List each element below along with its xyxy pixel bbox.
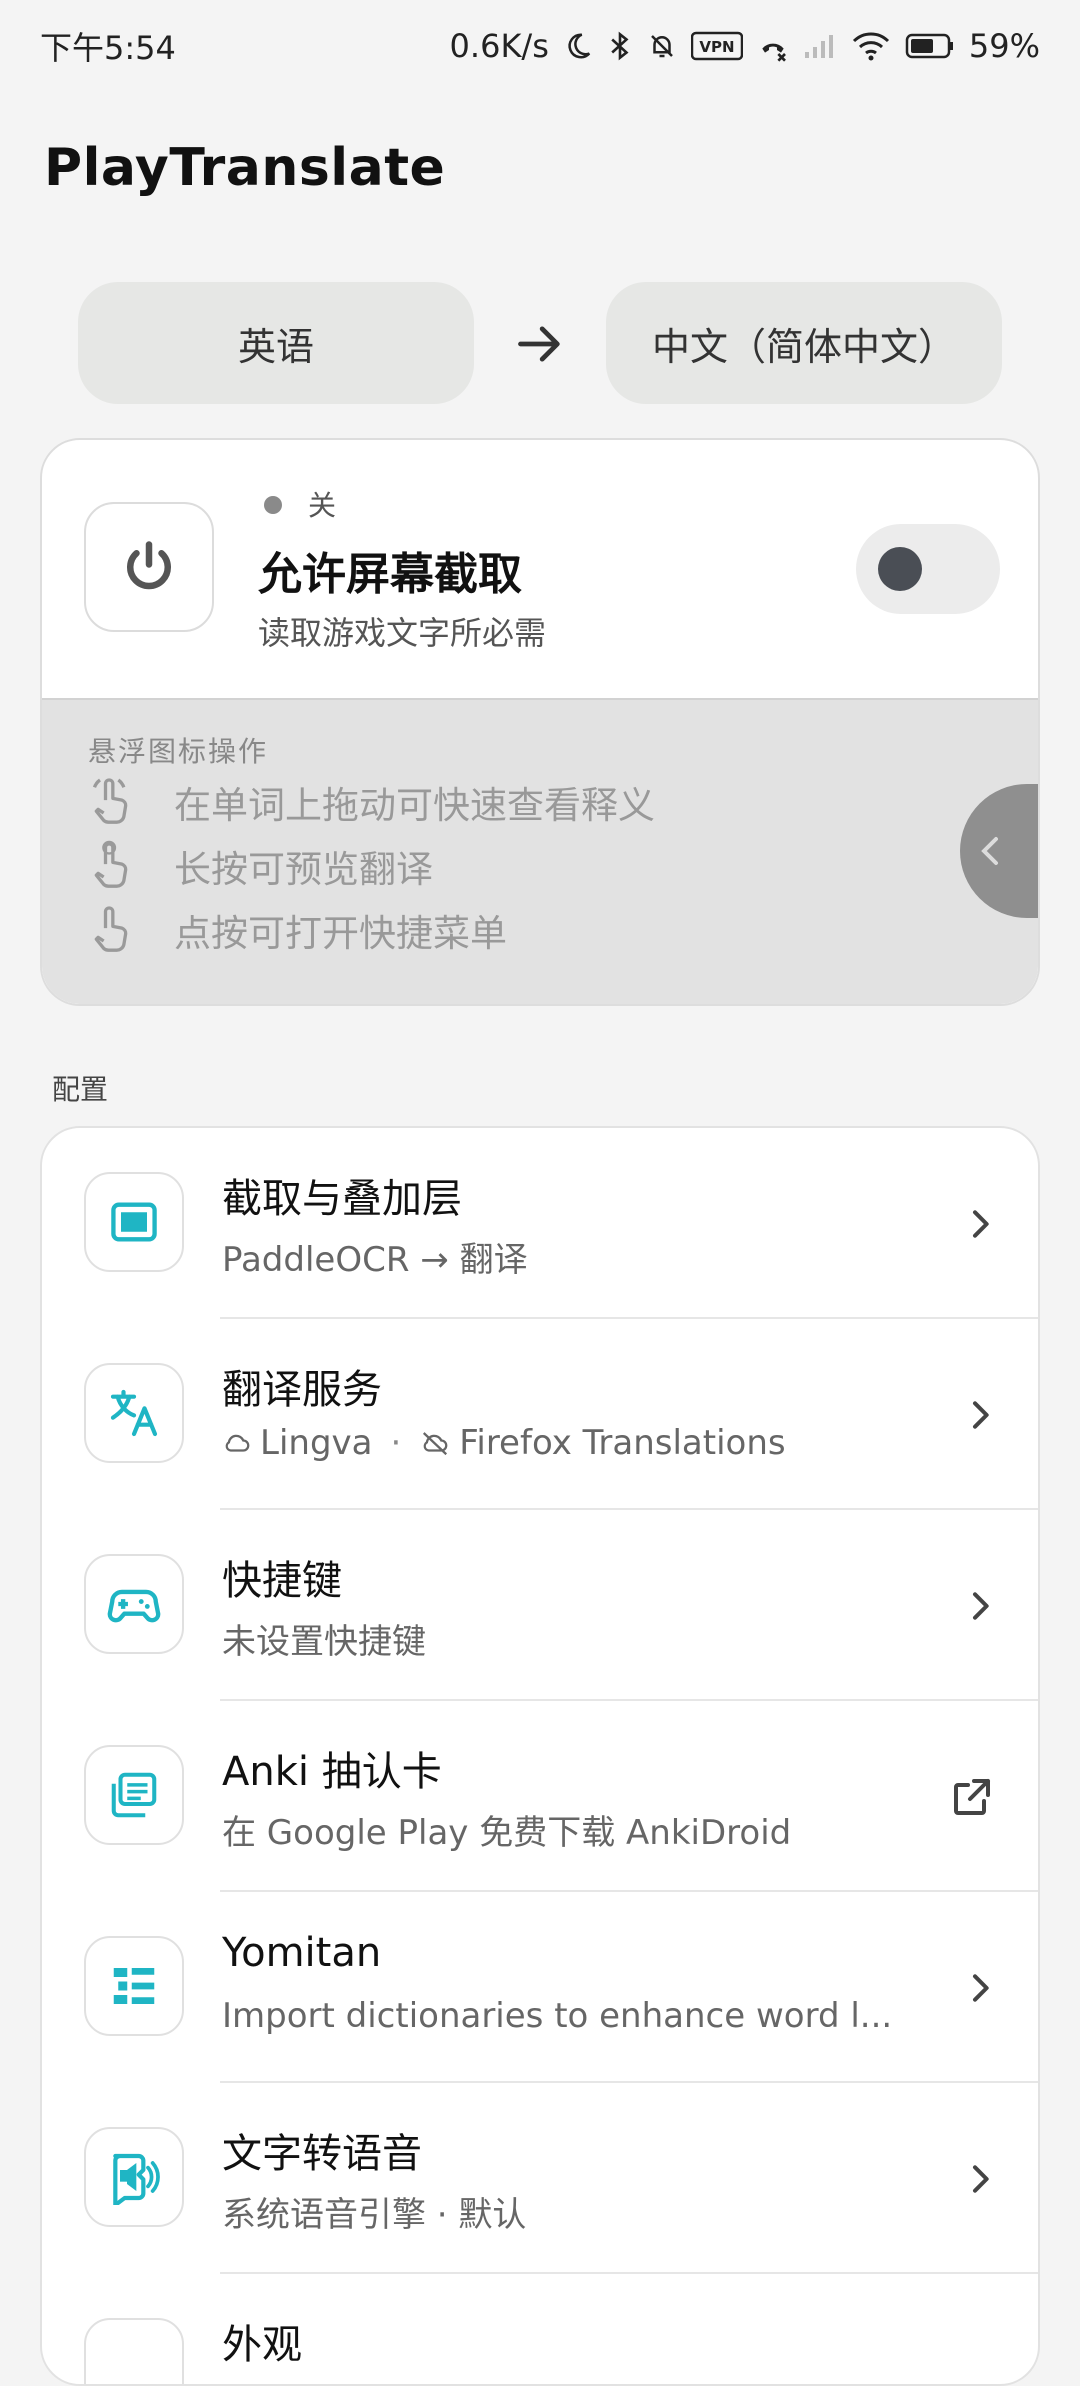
app-title: PlayTranslate <box>44 138 446 198</box>
config-item-title: Yomitan <box>222 1930 382 1976</box>
chevron-left-icon <box>981 837 998 865</box>
text-to-speech-icon <box>84 2127 184 2227</box>
config-item-subtitle: 系统语音引擎 · 默认 <box>222 2195 527 2235</box>
config-item-hotkeys[interactable]: 快捷键 未设置快捷键 <box>42 1510 1038 1701</box>
gamepad-icon <box>84 1554 184 1654</box>
external-link-icon <box>954 1779 990 1815</box>
drag-gesture-icon <box>88 775 134 829</box>
power-icon <box>127 541 171 590</box>
config-item-subtitle: 在 Google Play 免费下载 AnkiDroid <box>222 1813 792 1853</box>
floating-icon-hints: 悬浮图标操作 在单词上拖动可快速查看释义 长按可预览翻译 点按可打开快捷菜单 <box>42 698 1038 1004</box>
chevron-right-icon <box>973 2165 989 2193</box>
config-item-title: 翻译服务 <box>222 1367 382 1413</box>
battery-level: 59% <box>968 27 1040 65</box>
hint-row: 长按可预览翻译 <box>88 836 433 896</box>
translation-online-service: Lingva <box>260 1423 373 1463</box>
vpn-icon: VPN <box>690 31 743 61</box>
call-off-icon <box>757 30 789 62</box>
separator: · <box>390 1423 402 1463</box>
dictionary-icon <box>84 1936 184 2036</box>
config-list: 截取与叠加层 PaddleOCR → 翻译 翻译服务 Lingva · Fire… <box>40 1126 1040 2386</box>
floating-edge-handle[interactable] <box>960 784 1038 918</box>
toggle-knob <box>878 547 922 591</box>
capture-toggle[interactable] <box>856 524 1000 614</box>
config-item-title: Anki 抽认卡 <box>222 1749 442 1795</box>
chevron-right-icon <box>973 1210 989 1238</box>
hint-heading: 悬浮图标操作 <box>88 735 269 768</box>
config-item-anki[interactable]: Anki 抽认卡 在 Google Play 免费下载 AnkiDroid <box>42 1701 1038 1892</box>
chevron-right-icon <box>973 1974 989 2002</box>
config-item-title: 外观 <box>222 2322 302 2368</box>
cloud-off-icon <box>419 1428 451 1458</box>
config-item-subtitle: 未设置快捷键 <box>222 1622 426 1662</box>
cloud-icon <box>222 1428 252 1458</box>
config-item-title: 快捷键 <box>222 1558 342 1604</box>
appearance-icon <box>84 2318 184 2384</box>
screen-capture-card: 关 允许屏幕截取 读取游戏文字所必需 悬浮图标操作 在单词上拖动可快速查看释义 … <box>40 438 1040 1006</box>
silent-bell-icon <box>647 30 677 62</box>
config-item-subtitle: PaddleOCR → 翻译 <box>222 1240 528 1280</box>
capture-subtitle: 读取游戏文字所必需 <box>258 614 547 652</box>
moon-icon <box>563 31 593 61</box>
long-press-gesture-icon <box>88 839 134 893</box>
bluetooth-icon <box>607 30 633 62</box>
translate-icon <box>84 1363 184 1463</box>
hint-text: 在单词上拖动可快速查看释义 <box>174 784 655 827</box>
translation-offline-service: Firefox Translations <box>459 1423 786 1463</box>
screen-capture-icon <box>84 1172 184 1272</box>
hint-row: 在单词上拖动可快速查看释义 <box>88 772 655 832</box>
capture-title: 允许屏幕截取 <box>258 549 522 600</box>
chevron-right-icon <box>973 1592 989 1620</box>
config-item-title: 文字转语音 <box>222 2131 422 2177</box>
config-item-translation-service[interactable]: 翻译服务 Lingva · Firefox Translations <box>42 1319 1038 1510</box>
flashcards-icon <box>84 1745 184 1845</box>
language-selector: 英语 中文（简体中文） <box>78 282 1002 404</box>
source-language-button[interactable]: 英语 <box>78 282 474 404</box>
power-button[interactable] <box>84 502 214 632</box>
tap-gesture-icon <box>88 903 134 957</box>
target-language-button[interactable]: 中文（简体中文） <box>606 282 1002 404</box>
chevron-right-icon <box>973 1401 989 1429</box>
svg-text:VPN: VPN <box>699 38 734 56</box>
hint-row: 点按可打开快捷菜单 <box>88 900 507 960</box>
wifi-icon <box>851 31 891 61</box>
net-speed: 0.6K/s <box>449 27 549 65</box>
config-item-tts[interactable]: 文字转语音 系统语音引擎 · 默认 <box>42 2083 1038 2274</box>
battery-icon <box>905 32 955 60</box>
config-item-appearance[interactable]: 外观 <box>42 2274 1038 2384</box>
config-item-subtitle: Import dictionaries to enhance word l... <box>222 1996 893 2036</box>
config-item-yomitan[interactable]: Yomitan Import dictionaries to enhance w… <box>42 1892 1038 2083</box>
status-bar: 下午5:54 0.6K/s VPN 59% <box>0 0 1080 92</box>
capture-state-label: 关 <box>308 489 337 522</box>
hint-text: 点按可打开快捷菜单 <box>174 912 507 955</box>
config-item-title: 截取与叠加层 <box>222 1176 462 1222</box>
config-section-label: 配置 <box>52 1073 109 1106</box>
config-item-capture-overlay[interactable]: 截取与叠加层 PaddleOCR → 翻译 <box>42 1128 1038 1319</box>
hint-text: 长按可预览翻译 <box>174 848 433 891</box>
cell-signal-icon <box>803 32 837 60</box>
status-time: 下午5:54 <box>40 29 176 67</box>
arrow-right-icon[interactable] <box>514 318 566 370</box>
status-icons: 0.6K/s VPN 59% <box>450 27 1040 65</box>
config-item-subtitle: Lingva · Firefox Translations <box>222 1423 786 1463</box>
status-dot <box>264 496 282 514</box>
